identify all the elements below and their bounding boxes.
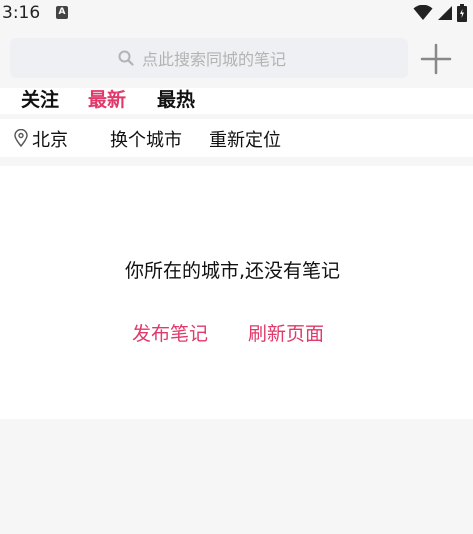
search-icon xyxy=(118,50,134,66)
search-input[interactable]: 点此搜索同城的笔记 xyxy=(10,38,408,78)
current-city: 北京 xyxy=(32,130,68,151)
publish-note-button[interactable]: 发布笔记 xyxy=(132,319,208,346)
empty-state: 你所在的城市,还没有笔记 发布笔记 刷新页面 xyxy=(0,166,473,419)
wifi-icon xyxy=(413,5,433,20)
refresh-page-button[interactable]: 刷新页面 xyxy=(248,319,324,346)
tab-follow[interactable]: 关注 xyxy=(21,88,59,112)
empty-message: 你所在的城市,还没有笔记 xyxy=(124,260,341,282)
status-bar: 3:16 A xyxy=(0,0,473,28)
signal-icon xyxy=(438,6,452,20)
change-city-link[interactable]: 换个城市 xyxy=(110,126,182,152)
location-pin-icon xyxy=(14,129,28,147)
search-placeholder: 点此搜索同城的笔记 xyxy=(142,50,287,69)
status-time: 3:16 xyxy=(2,3,41,23)
search-bar-row: 点此搜索同城的笔记 xyxy=(0,28,473,88)
status-icons xyxy=(413,4,467,22)
tab-latest[interactable]: 最新 xyxy=(88,88,126,112)
relocate-link[interactable]: 重新定位 xyxy=(209,126,281,152)
battery-icon xyxy=(457,4,467,22)
notification-icon: A xyxy=(56,6,68,19)
location-row: 北京 换个城市 重新定位 xyxy=(0,119,473,157)
feed-tabs: 关注 最新 最热 xyxy=(0,88,473,114)
plus-icon[interactable] xyxy=(420,43,452,75)
tab-hot[interactable]: 最热 xyxy=(157,88,195,112)
